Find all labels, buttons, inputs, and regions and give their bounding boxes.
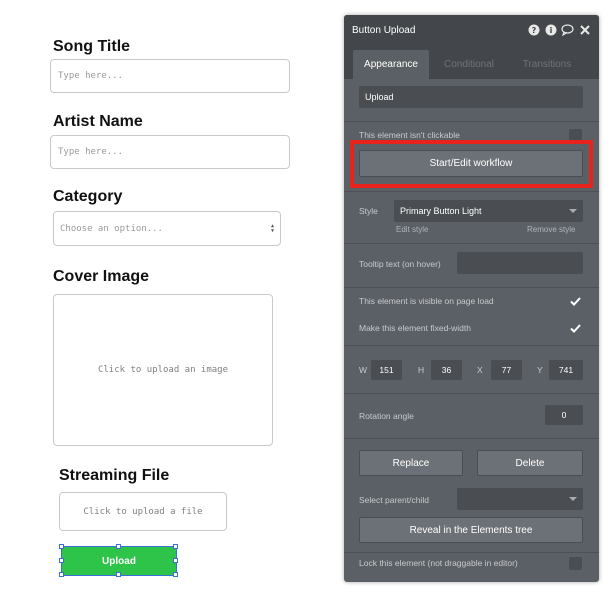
remove-style-link[interactable]: Remove style [527, 225, 575, 234]
height-label: H [418, 365, 425, 375]
updown-arrows-icon: ▲ ▼ [270, 222, 274, 234]
height-input[interactable]: 36 [431, 360, 462, 380]
lock-element-label: Lock this element (not draggable in edit… [359, 558, 518, 568]
cover-image-uploader[interactable]: Click to upload an image [53, 294, 273, 446]
song-title-label: Song Title [53, 38, 131, 55]
tab-transitions[interactable]: Transitions [514, 50, 580, 79]
fixed-width-checkbox[interactable] [569, 322, 582, 335]
artist-name-label: Artist Name [53, 113, 143, 130]
chevron-down-icon [569, 209, 577, 213]
close-icon[interactable] [578, 24, 591, 37]
style-select-value: Primary Button Light [400, 206, 482, 216]
rotation-angle-input[interactable]: 0 [545, 405, 583, 425]
visible-on-load-label: This element is visible on page load [359, 296, 494, 306]
not-clickable-label: This element isn't clickable [359, 130, 460, 140]
resize-handle-bottom-right[interactable] [173, 572, 178, 577]
tab-conditional[interactable]: Conditional [434, 50, 504, 79]
lock-element-checkbox[interactable] [569, 557, 582, 570]
cover-image-label: Cover Image [53, 268, 150, 285]
song-title-input[interactable]: Type here... [50, 59, 290, 93]
svg-text:?: ? [531, 26, 536, 35]
resize-handle-bottom[interactable] [116, 572, 121, 577]
artist-name-input[interactable]: Type here... [50, 135, 290, 169]
resize-handle-bottom-left[interactable] [59, 572, 64, 577]
streaming-file-label: Streaming File [59, 467, 170, 484]
resize-handle-top-left[interactable] [59, 544, 64, 549]
chevron-down-icon [569, 497, 577, 501]
category-label: Category [53, 188, 123, 205]
rotation-angle-label: Rotation angle [359, 411, 414, 421]
resize-handle-top-right[interactable] [173, 544, 178, 549]
delete-button[interactable]: Delete [477, 450, 583, 476]
reveal-elements-tree-button[interactable]: Reveal in the Elements tree [359, 517, 583, 543]
comment-icon[interactable] [561, 24, 574, 37]
streaming-file-upload-text: Click to upload a file [83, 506, 203, 517]
fixed-width-label: Make this element fixed-width [359, 323, 471, 333]
parent-child-label: Select parent/child [359, 495, 429, 505]
help-icon[interactable]: ? [527, 24, 540, 37]
button-text-input[interactable]: Upload [359, 86, 583, 108]
resize-handle-right[interactable] [173, 558, 178, 563]
visible-on-load-checkbox[interactable] [569, 295, 582, 308]
parent-child-select[interactable] [457, 488, 583, 510]
svg-text:i: i [549, 26, 552, 35]
y-label: Y [537, 365, 543, 375]
property-editor-panel: Button Upload ? i Appearance Conditional… [344, 15, 599, 582]
x-input[interactable]: 77 [491, 360, 522, 380]
edit-style-link[interactable]: Edit style [396, 225, 428, 234]
width-label: W [359, 365, 368, 375]
panel-header[interactable]: Button Upload ? i [344, 15, 599, 45]
highlight-annotation-box [350, 140, 593, 188]
replace-button[interactable]: Replace [359, 450, 463, 476]
width-input[interactable]: 151 [371, 360, 402, 380]
tooltip-label: Tooltip text (on hover) [359, 259, 441, 269]
tooltip-input[interactable] [457, 252, 583, 274]
panel-title: Button Upload [352, 24, 416, 36]
tab-appearance[interactable]: Appearance [353, 50, 429, 79]
y-input[interactable]: 741 [549, 360, 583, 380]
panel-tabs: Appearance Conditional Transitions [344, 45, 599, 79]
style-label: Style [359, 206, 378, 216]
cover-image-upload-text: Click to upload an image [97, 365, 229, 375]
upload-button[interactable]: Upload [61, 546, 177, 576]
resize-handle-left[interactable] [59, 558, 64, 563]
style-select[interactable]: Primary Button Light [394, 200, 583, 222]
streaming-file-uploader[interactable]: Click to upload a file [59, 492, 227, 531]
x-label: X [477, 365, 483, 375]
category-dropdown[interactable]: Choose an option... ▲ ▼ [53, 211, 281, 246]
info-icon[interactable]: i [544, 24, 557, 37]
category-dropdown-value: Choose an option... [60, 223, 163, 234]
resize-handle-top[interactable] [116, 544, 121, 549]
